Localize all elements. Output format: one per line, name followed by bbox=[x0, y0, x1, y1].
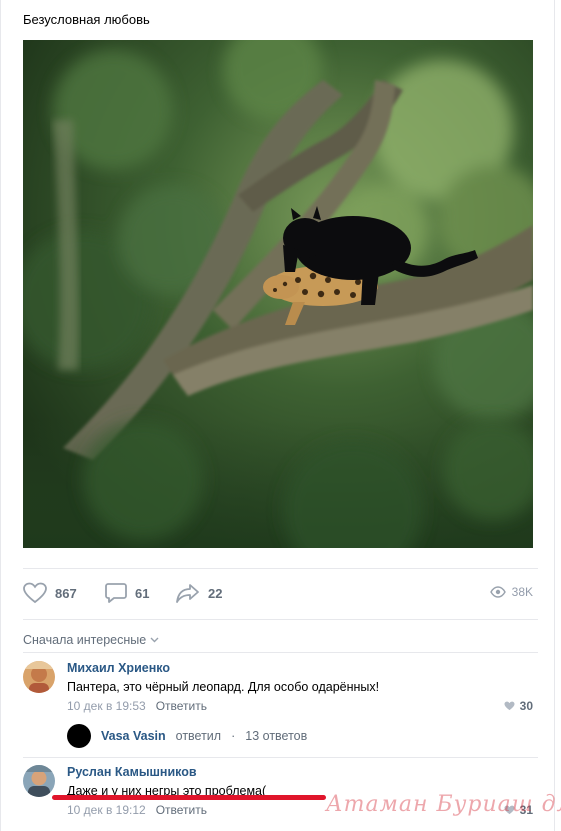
post-text: Безусловная любовь bbox=[23, 12, 150, 27]
heart-icon bbox=[504, 701, 515, 711]
watermark: Атаман Буриаш для ЯП bbox=[326, 792, 561, 817]
views-counter: 38K bbox=[489, 585, 533, 599]
thread-author[interactable]: Vasa Vasin bbox=[101, 729, 166, 743]
heart-icon bbox=[23, 582, 47, 604]
share-button[interactable]: 22 bbox=[176, 582, 222, 604]
post-actions: 867 61 22 38K bbox=[0, 568, 555, 618]
comment-text: Пантера, это чёрный леопард. Для особо о… bbox=[67, 680, 380, 694]
divider-comment-2 bbox=[23, 757, 538, 758]
reply-button[interactable]: Ответить bbox=[156, 803, 207, 817]
comment-count: 61 bbox=[135, 585, 150, 601]
avatar[interactable] bbox=[23, 765, 55, 797]
comment-meta: 10 дек в 19:12 Ответить bbox=[67, 803, 207, 817]
thread-reply-count[interactable]: 13 ответов bbox=[245, 729, 307, 743]
avatar[interactable] bbox=[23, 661, 55, 693]
comments-sort-label: Сначала интересные bbox=[23, 633, 147, 647]
reply-button[interactable]: Ответить bbox=[156, 699, 207, 713]
photo-black-panther-leopard bbox=[23, 40, 533, 548]
share-icon bbox=[176, 584, 199, 603]
like-button[interactable]: 867 bbox=[23, 582, 77, 604]
comment-author[interactable]: Руслан Камышников bbox=[67, 765, 197, 779]
avatar[interactable] bbox=[67, 724, 91, 748]
red-underline-mark bbox=[52, 795, 326, 800]
comment-like-count: 30 bbox=[519, 699, 533, 713]
divider-comments bbox=[23, 652, 538, 653]
comment-date[interactable]: 10 дек в 19:53 bbox=[67, 699, 146, 713]
thread-action: ответил bbox=[175, 729, 222, 743]
avatar-photo-icon bbox=[23, 765, 55, 797]
thread-separator: · bbox=[231, 729, 236, 743]
comment-button[interactable]: 61 bbox=[105, 582, 149, 604]
comment-meta: 10 дек в 19:53 Ответить bbox=[67, 699, 207, 713]
frame-border-left bbox=[0, 0, 1, 831]
comment-icon bbox=[105, 583, 127, 603]
divider-bottom bbox=[23, 619, 538, 620]
comments-sort[interactable]: Сначала интересные bbox=[23, 633, 159, 647]
comment-date[interactable]: 10 дек в 19:12 bbox=[67, 803, 146, 817]
comment-like-button[interactable]: 30 bbox=[504, 699, 533, 713]
chevron-down-icon bbox=[150, 637, 159, 643]
eye-icon bbox=[489, 586, 506, 598]
avatar-photo-icon bbox=[23, 661, 55, 693]
share-count: 22 bbox=[208, 585, 223, 601]
post-photo[interactable] bbox=[23, 40, 533, 548]
views-count: 38K bbox=[511, 585, 533, 599]
like-count: 867 bbox=[55, 585, 77, 601]
frame-border-right bbox=[554, 0, 555, 831]
replies-thread[interactable]: Vasa Vasin ответил · 13 ответов bbox=[67, 724, 307, 748]
comment: Михаил Хриенко Пантера, это чёрный леопа… bbox=[23, 661, 533, 721]
post: Безусловная любовь 867 61 22 38K Сначала… bbox=[0, 0, 561, 831]
comment-author[interactable]: Михаил Хриенко bbox=[67, 661, 170, 675]
